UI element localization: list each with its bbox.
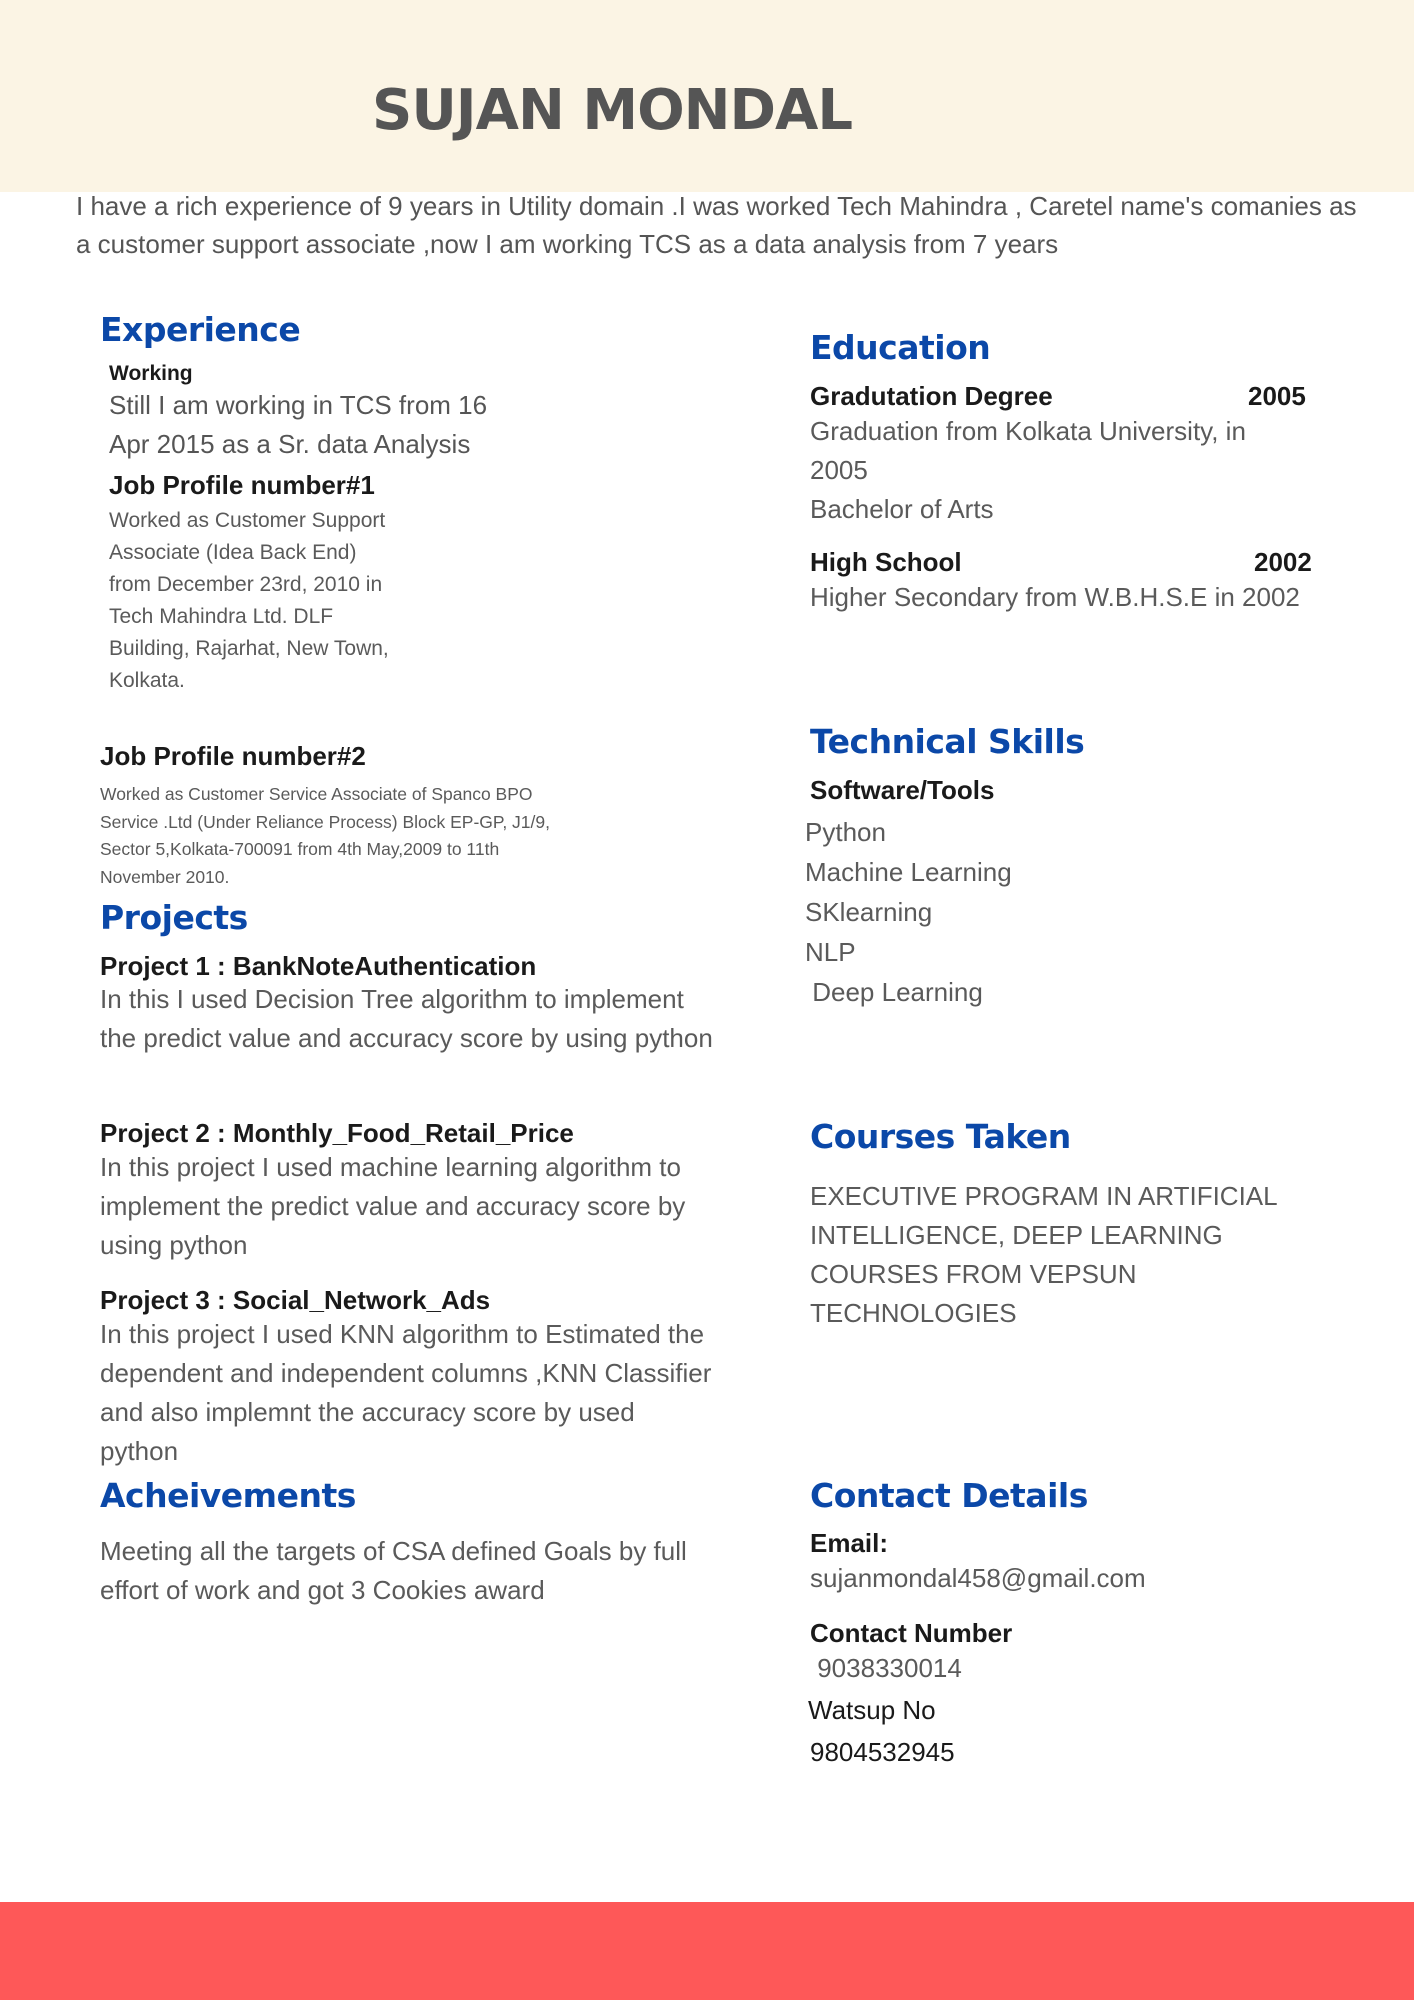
skill-item: SKlearning: [805, 897, 933, 927]
education-degree-year: 2005: [1248, 381, 1306, 411]
project1-text: In this I used Decision Tree algorithm t…: [100, 984, 713, 1053]
working-label: Working: [109, 362, 193, 385]
working-text: Still I am working in TCS from 16 Apr 20…: [109, 390, 488, 459]
courses-heading: Courses Taken: [810, 1117, 1071, 1156]
skills-subtitle: Software/Tools: [810, 775, 995, 805]
project1-title: Project 1 : BankNoteAuthentication: [100, 951, 537, 981]
education-degree: Gradutation Degree: [810, 381, 1053, 411]
education-degree-text: Graduation from Kolkata University, in 2…: [810, 416, 1246, 485]
education-heading: Education: [810, 328, 991, 367]
education-school-year: 2002: [1254, 547, 1312, 577]
achievements-heading: Acheivements: [100, 1476, 356, 1515]
achievements-text: Meeting all the targets of CSA defined G…: [100, 1536, 687, 1605]
contact-number-label: Contact Number: [810, 1618, 1013, 1648]
project3-title: Project 3 : Social_Network_Ads: [100, 1285, 491, 1315]
education-degree-extra: Bachelor of Arts: [810, 494, 994, 524]
skill-item: Python: [805, 817, 886, 847]
project3-text: In this project I used KNN algorithm to …: [100, 1319, 712, 1466]
projects-heading: Projects: [100, 898, 248, 937]
project2-title: Project 2 : Monthly_Food_Retail_Price: [100, 1118, 574, 1148]
skill-item: Deep Learning: [805, 977, 983, 1007]
contact-heading: Contact Details: [810, 1476, 1088, 1515]
experience-heading: Experience: [100, 310, 301, 349]
whatsapp-label: Watsup No: [808, 1695, 936, 1725]
education-school-text: Higher Secondary from W.B.H.S.E in 2002: [810, 582, 1300, 612]
job2-text: Worked as Customer Service Associate of …: [100, 784, 551, 887]
whatsapp-value: 9804532945: [810, 1737, 955, 1767]
courses-text: EXECUTIVE PROGRAM IN ARTIFICIAL INTELLIG…: [810, 1181, 1277, 1328]
skill-item: NLP: [805, 937, 856, 967]
job2-title: Job Profile number#2: [100, 741, 366, 771]
profile-summary: I have a rich experience of 9 years in U…: [76, 191, 1357, 259]
project2-text: In this project I used machine learning …: [100, 1152, 686, 1260]
footer-band: [0, 1902, 1414, 2000]
job1-title: Job Profile number#1: [109, 470, 375, 500]
candidate-name: SUJAN MONDAL: [372, 78, 853, 143]
education-school: High School: [810, 547, 962, 577]
skill-item: Machine Learning: [805, 857, 1012, 887]
skills-heading: Technical Skills: [810, 722, 1085, 761]
email-value[interactable]: sujanmondal458@gmail.com: [810, 1560, 1146, 1596]
email-label: Email:: [810, 1528, 889, 1558]
contact-number-value: 9038330014: [810, 1653, 962, 1683]
job1-text: Worked as Customer Support Associate (Id…: [109, 509, 389, 692]
